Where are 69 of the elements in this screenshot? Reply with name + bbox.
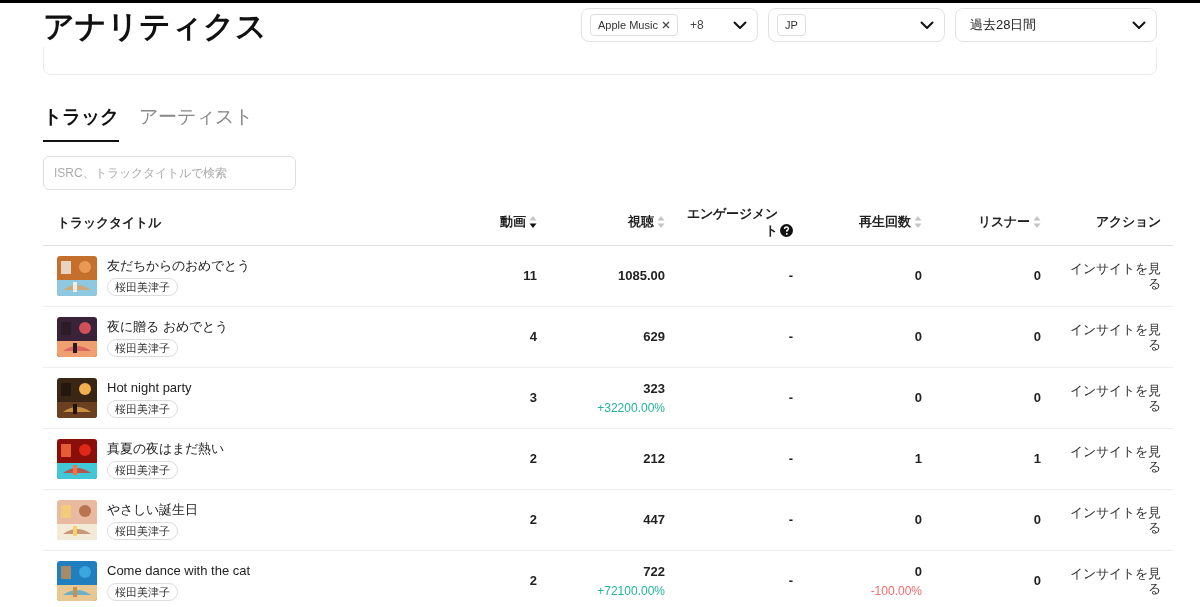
insight-link[interactable]: インサイトを見る — [1069, 383, 1161, 413]
metric-value: 0 — [914, 563, 922, 582]
column-header[interactable]: 動画 — [500, 212, 526, 232]
insight-link[interactable]: インサイトを見る — [1069, 444, 1161, 474]
change-percent: +32200.00% — [597, 399, 665, 417]
table-cell-text: 2 — [529, 511, 537, 530]
search-field[interactable]: ISRC、トラックタイトルで検索 — [43, 156, 296, 190]
filter-chip: Apple Music — [590, 13, 678, 37]
insight-link[interactable]: インサイトを見る — [1069, 322, 1161, 352]
track-title: Come dance with the cat — [107, 561, 251, 580]
table-cell-text: 1 — [1033, 450, 1041, 469]
metric-value: 0 — [914, 389, 922, 408]
column-header[interactable]: 視聴 — [628, 212, 654, 232]
metric-value: 1 — [914, 450, 922, 469]
insight-link[interactable]: インサイトを見る — [1069, 566, 1161, 596]
change-percent: +72100.00% — [597, 582, 665, 600]
table-cell-text: 11 — [523, 267, 537, 286]
close-icon[interactable] — [661, 21, 670, 29]
column-header[interactable]: リスナー — [978, 212, 1030, 232]
table-cell-text: 4 — [529, 328, 537, 347]
metric-value: 323 — [643, 380, 665, 399]
table-cell-text: - — [788, 572, 793, 591]
track-title: 夜に贈る おめでとう — [107, 317, 228, 336]
metric-value: 722 — [643, 563, 665, 582]
table-cell-text: 0 — [1033, 328, 1041, 347]
tab[interactable]: アーティスト — [139, 103, 253, 142]
filter-select[interactable]: 過去28日間 — [955, 8, 1157, 42]
insight-link[interactable]: インサイトを見る — [1069, 261, 1161, 291]
help-icon[interactable] — [780, 224, 793, 237]
table-cell-text: - — [788, 389, 793, 408]
column-header: エンゲージメント — [686, 205, 778, 239]
table-cell-text: 0 — [1033, 267, 1041, 286]
table-cell-text: 0 — [1033, 511, 1041, 530]
table-cell-text: - — [788, 511, 793, 530]
track-title: 友だちからのおめでとう — [107, 256, 250, 275]
track-title: やさしい誕生日 — [107, 500, 198, 519]
column-header[interactable]: 再生回数 — [859, 212, 911, 232]
select-value: 過去28日間 — [969, 16, 1038, 35]
metric-value: 0 — [914, 267, 922, 286]
filter-chip: JP — [777, 13, 806, 37]
table-cell-text: 3 — [529, 389, 537, 408]
page-title: アナリティクス — [43, 8, 267, 46]
tab[interactable]: トラック — [43, 103, 119, 142]
insight-link[interactable]: インサイトを見る — [1069, 505, 1161, 535]
change-percent: -100.00% — [870, 582, 922, 600]
column-header: トラックタイトル — [57, 215, 161, 230]
metric-value: 1085.00 — [618, 267, 665, 286]
table-cell-text: - — [788, 450, 793, 469]
chevron-down-icon — [920, 20, 934, 30]
column-header: アクション — [1096, 213, 1161, 232]
metric-value: 212 — [643, 450, 665, 469]
filter-select[interactable]: JP — [768, 8, 945, 42]
filter-select[interactable]: Apple Music +8 — [581, 8, 758, 42]
sort-icon[interactable] — [529, 215, 537, 229]
metric-value: 0 — [914, 511, 922, 530]
chevron-down-icon — [1132, 20, 1146, 30]
track-title: 真夏の夜はまだ熱い — [107, 439, 224, 458]
metric-value: 0 — [914, 328, 922, 347]
track-title: Hot night party — [107, 378, 192, 397]
more-count: +8 — [689, 17, 704, 34]
table-cell-text: 2 — [529, 572, 537, 591]
metric-value: 629 — [643, 328, 665, 347]
table-cell-text: - — [788, 267, 793, 286]
table-cell-text: 0 — [1033, 389, 1041, 408]
table-cell-text: 0 — [1033, 572, 1041, 591]
chevron-down-icon — [733, 20, 747, 30]
metric-value: 447 — [643, 511, 665, 530]
table-cell-text: - — [788, 328, 793, 347]
table-cell-text: 2 — [529, 450, 537, 469]
